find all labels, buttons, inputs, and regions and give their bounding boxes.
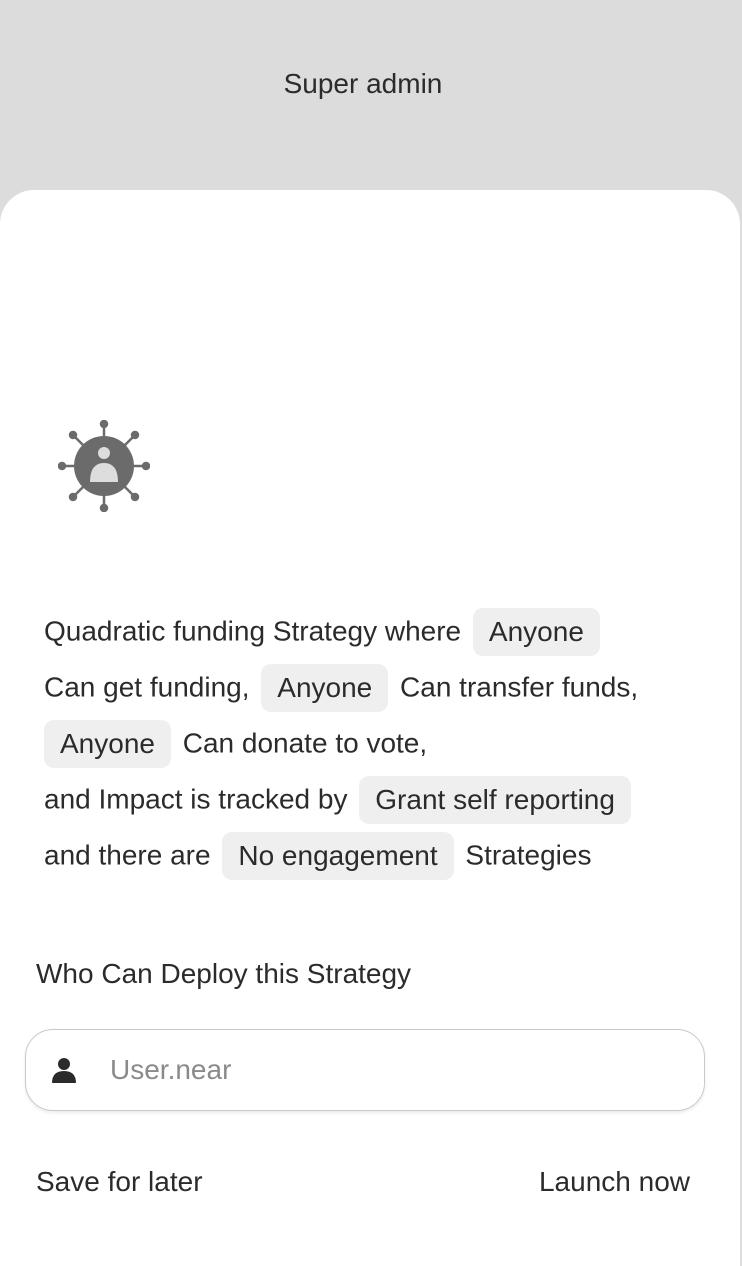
- page-title: Super admin: [283, 68, 443, 99]
- engagement-chip[interactable]: No engagement: [222, 831, 454, 880]
- save-for-later-button[interactable]: Save for later: [36, 1166, 203, 1198]
- summary-text: Can transfer funds,: [400, 671, 639, 703]
- funding-eligibility-chip[interactable]: Anyone: [472, 607, 600, 656]
- deploy-heading: Who Can Deploy this Strategy: [36, 958, 412, 989]
- summary-line-3: Anyone Can donate to vote,: [44, 714, 724, 770]
- strategy-sheet: Quadratic funding Strategy where Anyone …: [0, 190, 740, 1266]
- person-icon: [52, 1058, 76, 1083]
- summary-line-2: Can get funding, Anyone Can transfer fun…: [44, 658, 724, 714]
- summary-text: Quadratic funding Strategy where: [44, 615, 462, 647]
- deployer-input-container[interactable]: [25, 1029, 705, 1111]
- summary-text: Can donate to vote,: [182, 727, 428, 759]
- top-bar: Super admin: [0, 0, 742, 190]
- transfer-permission-chip[interactable]: Anyone: [261, 663, 389, 712]
- donate-permission-chip[interactable]: Anyone: [44, 719, 171, 768]
- strategy-summary: Quadratic funding Strategy where Anyone …: [44, 602, 724, 882]
- summary-text: and Impact is tracked by: [44, 783, 348, 815]
- summary-line-4: and Impact is tracked by Grant self repo…: [44, 770, 724, 826]
- summary-line-1: Quadratic funding Strategy where Anyone: [44, 602, 724, 658]
- deployer-input[interactable]: [110, 1030, 690, 1109]
- virus-person-icon: [58, 420, 150, 512]
- summary-text: Strategies: [465, 839, 592, 871]
- summary-text: Can get funding,: [44, 671, 250, 703]
- summary-text: and there are: [44, 839, 211, 871]
- summary-line-5: and there are No engagement Strategies: [44, 826, 724, 882]
- launch-now-button[interactable]: Launch now: [539, 1166, 690, 1198]
- impact-tracking-chip[interactable]: Grant self reporting: [359, 775, 631, 824]
